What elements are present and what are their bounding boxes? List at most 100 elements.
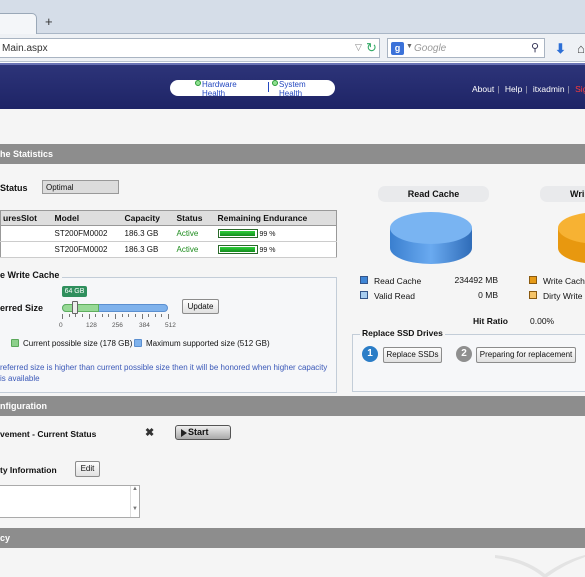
endurance-bar-fill — [219, 247, 256, 253]
table-row: ST200FM0002 186.3 GB Active 99 % — [0, 241, 337, 258]
endurance-bar — [217, 229, 258, 239]
slider-handle[interactable] — [72, 301, 78, 314]
browser-tabbar: + — [0, 0, 585, 34]
endurance-bar — [217, 245, 258, 255]
top-links: About| Help| itxadmin| Sign Out — [472, 84, 585, 94]
textarea-scrollbar[interactable]: ▲ ▼ — [130, 486, 139, 517]
slider-tick — [95, 314, 96, 317]
play-icon — [181, 429, 187, 437]
close-icon: ✖ — [145, 427, 155, 439]
max-size-swatch — [134, 339, 142, 347]
slider-tick-label: 256 — [112, 322, 123, 329]
preferred-size-note: referred size is higher than current pos… — [0, 363, 328, 383]
current-size-legend: Current possible size (178 GB) — [23, 339, 133, 348]
col-header-model: Model — [52, 210, 123, 226]
app-header: Hardware Health System Health About | Hel… — [0, 63, 585, 109]
step-1-badge: 1 — [362, 346, 378, 362]
prepare-replacement-button[interactable]: Preparing for replacement — [476, 347, 576, 363]
valid-read-swatch — [360, 291, 368, 299]
slider-tick — [89, 314, 90, 319]
configuration-section-header[interactable]: nfiguration — [0, 396, 585, 416]
search-input[interactable]: Google — [414, 43, 446, 54]
slider-tick — [122, 314, 123, 317]
endurance-pct: 99 % — [259, 230, 276, 238]
search-engine-dropdown-icon[interactable]: ▼ — [406, 43, 413, 50]
endurance-cell: 99 % — [215, 225, 337, 242]
status-ok-icon — [272, 80, 278, 86]
read-cache-label: Read Cache — [374, 276, 422, 286]
search-bar[interactable]: g ▼ Google ⚲ — [387, 38, 545, 58]
preferred-size-label: erred Size — [0, 303, 44, 313]
slider-tick — [62, 314, 63, 319]
address-bar[interactable]: Main.aspx ▽ ↻ — [0, 38, 380, 58]
replace-ssds-button[interactable]: Replace SSDs — [383, 347, 442, 363]
status-label: Status — [0, 183, 28, 193]
slider-value-badge: 64 GB — [62, 286, 87, 297]
signout-link[interactable]: Sign Out — [575, 84, 585, 94]
statistics-section-header[interactable]: he Statistics — [0, 144, 585, 164]
health-nav: Hardware Health System Health — [170, 80, 335, 98]
read-cache-swatch — [360, 276, 368, 284]
endurance-pct: 99 % — [259, 246, 276, 254]
bottom-section-header[interactable]: cy — [0, 528, 585, 548]
reload-icon[interactable]: ↻ — [366, 40, 377, 56]
capacity-cell: 186.3 GB — [122, 225, 175, 242]
endurance-bar-fill — [219, 231, 256, 237]
hit-ratio-value: 0.00% — [530, 316, 555, 326]
read-cache-cylinder-icon — [390, 212, 472, 264]
slider-tick — [115, 314, 116, 319]
link-separator: | — [525, 84, 528, 94]
read-cache-title: Read Cache — [378, 186, 489, 202]
google-icon[interactable]: g — [391, 42, 404, 55]
capacity-cell: 186.3 GB — [122, 241, 175, 258]
write-cache-chart-title: Wri — [540, 186, 585, 202]
scroll-up-icon[interactable]: ▲ — [131, 486, 139, 492]
address-url: Main.aspx — [2, 43, 48, 54]
hardware-health-link[interactable]: Hardware Health — [195, 80, 244, 98]
hit-ratio-label: Hit Ratio — [473, 316, 508, 326]
slider-tick — [161, 314, 162, 317]
ssd-table: uresSlot Model Capacity Status Remaining… — [0, 210, 337, 258]
help-link[interactable]: Help — [505, 84, 522, 94]
download-icon[interactable]: ⬇ — [555, 41, 566, 57]
model-cell: ST200FM0002 — [52, 241, 123, 258]
start-label: Start — [188, 427, 209, 437]
browser-tab[interactable] — [0, 13, 37, 34]
read-cache-value: 234492 MB — [454, 275, 498, 285]
start-button[interactable]: Start — [175, 425, 231, 440]
status-value: Optimal — [42, 180, 119, 194]
col-header-endurance: Remaining Endurance — [215, 210, 337, 226]
slider-tick — [108, 314, 109, 317]
max-size-legend: Maximum supported size (512 GB) — [146, 339, 270, 348]
col-header-capacity: Capacity — [122, 210, 175, 226]
system-health-link[interactable]: System Health — [272, 80, 313, 98]
history-dropdown-icon[interactable]: ▽ — [355, 42, 362, 53]
slider-track-current[interactable] — [62, 304, 99, 312]
write-cache-cylinder-icon — [558, 212, 585, 264]
slider-tick-label: 512 — [165, 322, 176, 329]
scroll-down-icon[interactable]: ▼ — [131, 506, 139, 512]
slider-tick-label: 128 — [86, 322, 97, 329]
edit-button[interactable]: Edit — [75, 461, 100, 477]
slider-tick-label: 384 — [139, 322, 150, 329]
col-header-status: Status — [174, 210, 216, 226]
security-info-textarea[interactable]: ▲ ▼ — [0, 485, 140, 518]
slider-tick — [102, 314, 103, 317]
about-link[interactable]: About — [472, 84, 494, 94]
search-icon[interactable]: ⚲ — [531, 41, 539, 54]
slider-tick — [148, 314, 149, 317]
security-info-label: ty Information — [0, 465, 57, 475]
valid-read-label: Valid Read — [374, 291, 415, 301]
step-2-badge: 2 — [456, 346, 472, 362]
status-ok-icon — [195, 80, 201, 86]
write-cache-title: e Write Cache — [0, 270, 63, 280]
update-button[interactable]: Update — [182, 299, 219, 314]
slider-tick — [142, 314, 143, 319]
new-tab-button[interactable]: + — [45, 14, 53, 29]
home-icon[interactable]: ⌂ — [577, 41, 585, 56]
model-cell: ST200FM0002 — [52, 225, 123, 242]
nav-divider — [268, 82, 269, 92]
endurance-cell: 99 % — [215, 241, 337, 258]
slider-tick — [135, 314, 136, 317]
improvement-status-label: vement - Current Status — [0, 429, 97, 439]
